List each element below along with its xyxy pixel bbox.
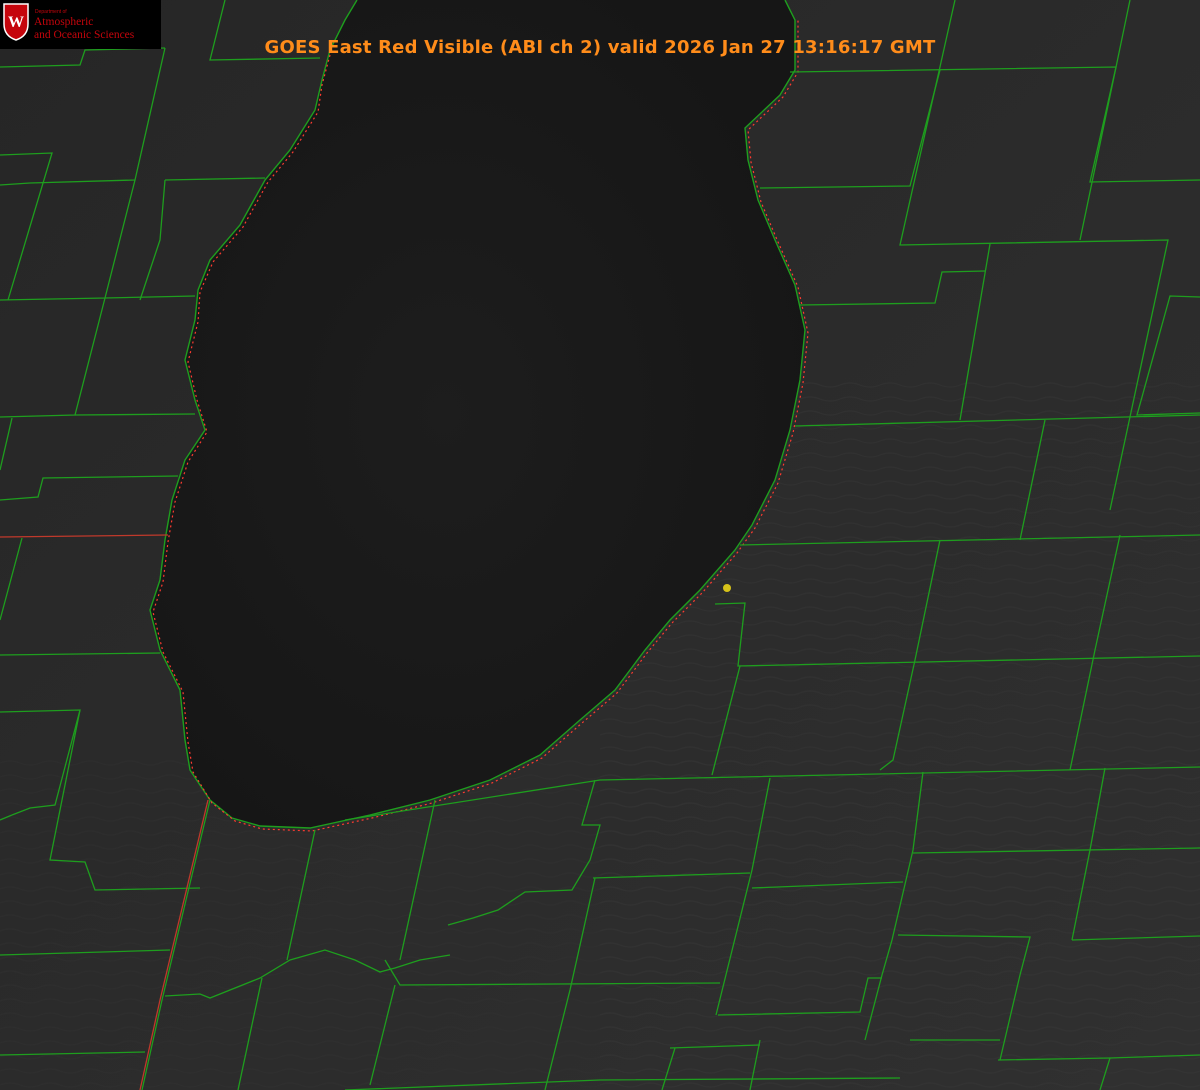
image-title: GOES East Red Visible (ABI ch 2) valid 2… [264,37,936,58]
satellite-map-view: W Department of Atmospheric and Oceanic … [0,0,1200,1090]
station-marker [723,584,731,592]
satellite-map [0,0,1200,1090]
svg-text:W: W [8,14,24,31]
logo-title-line1: Atmospheric [34,16,94,28]
logo-department-caption: Department of [35,9,67,15]
university-crest-icon: W [3,3,29,41]
